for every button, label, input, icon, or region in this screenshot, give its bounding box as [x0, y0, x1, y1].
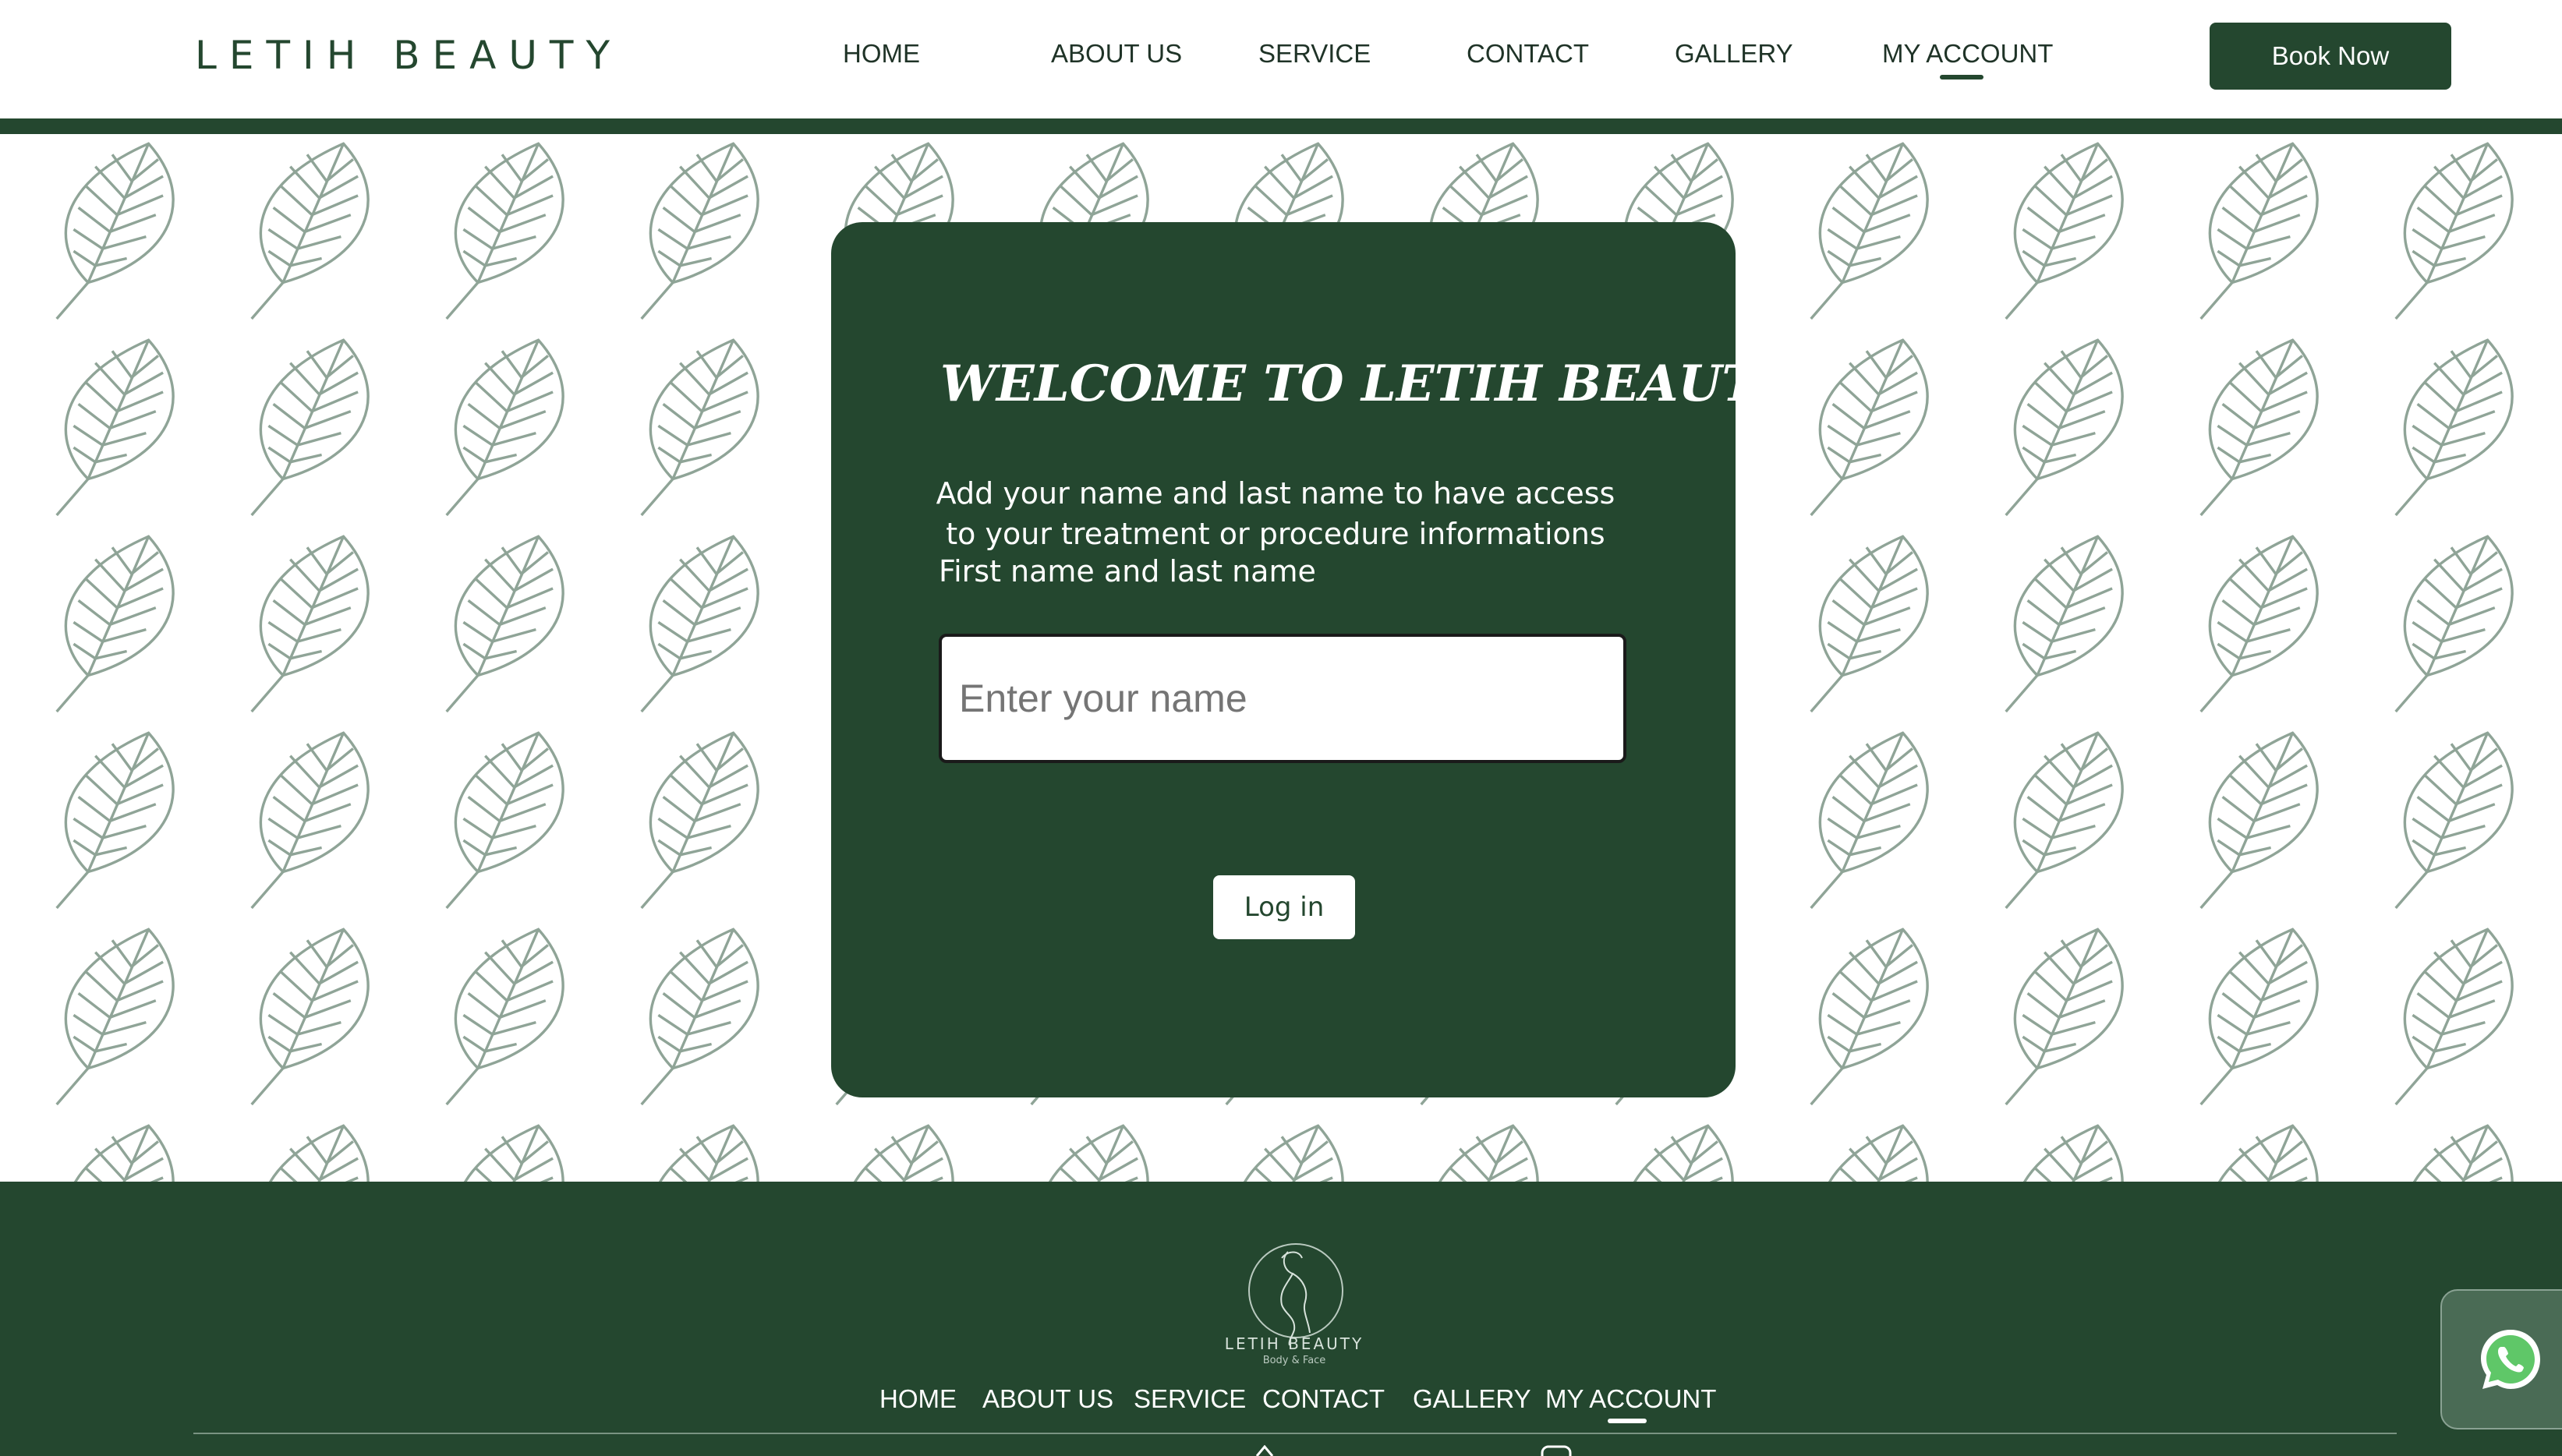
leaf-icon [55, 338, 175, 517]
leaf-icon [1224, 1124, 1344, 1182]
leaf-icon [1614, 1124, 1734, 1182]
leaf-icon [1809, 142, 1929, 320]
leaf-icon [2004, 928, 2124, 1106]
login-description: Add your name and last name to have acce… [936, 476, 1615, 551]
leaf-icon [639, 731, 759, 910]
whatsapp-icon [2481, 1330, 2540, 1389]
leaf-icon [639, 338, 759, 517]
leaf-icon [444, 142, 564, 320]
leaf-icon [1809, 338, 1929, 517]
nav-item-my-account-wrap: MY ACCOUNT [1882, 39, 2053, 80]
leaf-icon [639, 142, 759, 320]
leaf-icon [1419, 1124, 1539, 1182]
footer-divider [193, 1433, 2397, 1434]
leaf-icon [249, 338, 370, 517]
footer-nav-about-us[interactable]: ABOUT US [982, 1384, 1113, 1414]
nav-item-home[interactable]: HOME [843, 39, 920, 69]
footer-nav-gallery[interactable]: GALLERY [1413, 1384, 1531, 1414]
instagram-icon[interactable] [1541, 1445, 1572, 1456]
leaf-icon [444, 731, 564, 910]
leaf-icon [1029, 1124, 1149, 1182]
leaf-icon [55, 1124, 175, 1182]
leaf-icon [2199, 928, 2319, 1106]
leaf-icon [2199, 1124, 2319, 1182]
footer-social-icons [1240, 1444, 1572, 1456]
leaf-icon [2394, 535, 2514, 713]
leaf-icon [249, 928, 370, 1106]
leaf-icon [2394, 928, 2514, 1106]
footer-nav-home[interactable]: HOME [879, 1384, 957, 1414]
leaf-icon [2199, 142, 2319, 320]
whatsapp-button[interactable] [2440, 1289, 2562, 1429]
leaf-icon [2004, 142, 2124, 320]
footer-nav-service[interactable]: SERVICE [1134, 1384, 1246, 1414]
leaf-icon [444, 338, 564, 517]
login-button[interactable]: Log in [1213, 875, 1355, 939]
nav-item-my-account[interactable]: MY ACCOUNT [1882, 39, 2053, 68]
leaf-icon [55, 535, 175, 713]
footer-nav-my-account[interactable]: MY ACCOUNT [1545, 1384, 1716, 1413]
leaf-icon [444, 1124, 564, 1182]
header-divider-bar [0, 118, 2562, 134]
leaf-icon [444, 928, 564, 1106]
leaf-icon [2394, 731, 2514, 910]
leaf-icon [834, 1124, 954, 1182]
footer-nav-my-account-wrap: MY ACCOUNT [1545, 1384, 1716, 1423]
social-icon[interactable] [1249, 1444, 1280, 1456]
leaf-icon [55, 142, 175, 320]
nav-item-gallery[interactable]: GALLERY [1675, 39, 1793, 69]
leaf-icon [639, 928, 759, 1106]
leaf-icon [2394, 338, 2514, 517]
leaf-icon [2394, 1124, 2514, 1182]
active-nav-indicator [1940, 75, 1983, 80]
nav-item-about-us[interactable]: ABOUT US [1051, 39, 1182, 69]
leaf-icon [2199, 338, 2319, 517]
leaf-icon [1809, 928, 1929, 1106]
name-input[interactable] [939, 634, 1626, 763]
nav-item-contact[interactable]: CONTACT [1467, 39, 1589, 69]
nav-item-service[interactable]: SERVICE [1258, 39, 1371, 69]
leaf-icon [1809, 535, 1929, 713]
leaf-icon [2199, 535, 2319, 713]
leaf-icon [55, 928, 175, 1106]
brand-logo[interactable]: LETIH BEAUTY [195, 33, 622, 78]
welcome-title: WELCOME TO LETIH BEAUTY [940, 355, 1795, 413]
leaf-icon [2004, 731, 2124, 910]
leaf-icon [2199, 731, 2319, 910]
leaf-icon [444, 535, 564, 713]
leaf-icon [639, 535, 759, 713]
leaf-icon [2004, 1124, 2124, 1182]
login-card: WELCOME TO LETIH BEAUTY Add your name an… [831, 222, 1795, 1097]
leaf-icon [55, 731, 175, 910]
footer-logo-subtext: Body & Face [1262, 1355, 1326, 1366]
leaf-icon [1809, 1124, 1929, 1182]
leaf-icon [1809, 731, 1929, 910]
name-field-label: First name and last name [939, 554, 1316, 588]
footer-active-indicator [1608, 1419, 1647, 1423]
leaf-icon [249, 535, 370, 713]
site-header: LETIH BEAUTY HOME ABOUT US SERVICE CONTA… [0, 0, 2562, 118]
footer-logo-text: LETIH BEAUTY [1224, 1334, 1364, 1353]
leaf-icon [639, 1124, 759, 1182]
leaf-icon [249, 731, 370, 910]
leaf-icon [249, 1124, 370, 1182]
leaf-icon [2394, 142, 2514, 320]
leaf-icon [249, 142, 370, 320]
book-now-button[interactable]: Book Now [2210, 23, 2451, 90]
footer-nav-contact[interactable]: CONTACT [1262, 1384, 1385, 1414]
leaf-icon [2004, 338, 2124, 517]
leaf-icon [2004, 535, 2124, 713]
site-footer: LETIH BEAUTY Body & Face HOME ABOUT US S… [0, 1182, 2562, 1456]
